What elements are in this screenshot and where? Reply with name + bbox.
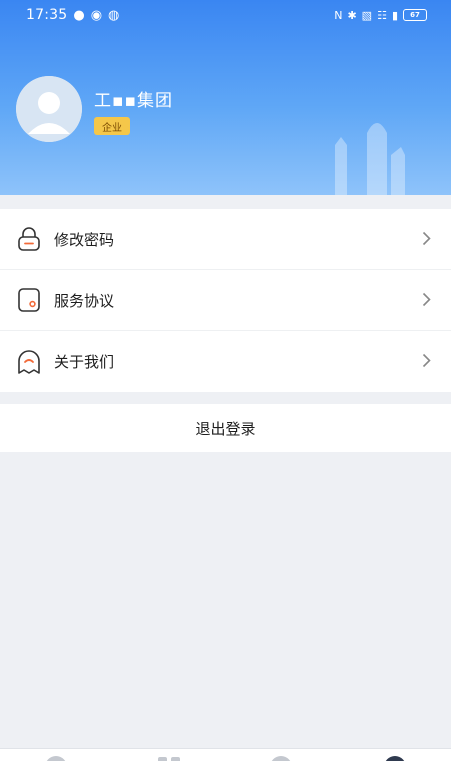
menu-item-label: 关于我们: [54, 353, 115, 371]
company-name: 工▪▪集团: [94, 91, 174, 111]
city-skyline-icon: [335, 123, 405, 195]
nfc-icon: N: [334, 8, 343, 22]
eye-notification-icon: ◍: [108, 7, 120, 23]
tab-profile-icon[interactable]: [383, 755, 407, 761]
wifi-icon: ☷: [377, 8, 387, 22]
bluetooth-icon: ✱: [347, 8, 357, 22]
logout-button[interactable]: 退出登录: [0, 404, 451, 452]
tab-message-icon[interactable]: [269, 755, 293, 761]
menu-item-label: 服务协议: [54, 291, 115, 310]
chevron-right-icon: [422, 353, 431, 368]
avatar[interactable]: [16, 76, 82, 142]
menu-item-service-agreement[interactable]: 服务协议: [0, 270, 451, 331]
about-icon: [16, 349, 42, 375]
tab-apps-icon[interactable]: [156, 755, 182, 761]
logout-label: 退出登录: [195, 419, 256, 438]
default-avatar-icon: [16, 76, 82, 142]
signal-icon: ▮: [391, 8, 398, 22]
document-icon: [16, 287, 42, 313]
chevron-right-icon: [422, 292, 431, 307]
status-time: 17:35: [26, 7, 68, 23]
menu-item-label: 修改密码: [54, 230, 115, 249]
battery-icon: 67: [403, 9, 427, 21]
chat-notification-icon: ◉: [90, 7, 103, 23]
menu-item-about-us[interactable]: 关于我们: [0, 331, 451, 392]
tab-home-icon[interactable]: [44, 755, 68, 761]
status-bar: 17:35 ● ◉ ◍ N ✱ ▧ ☷ ▮ 67: [0, 0, 451, 30]
enterprise-badge: 企业: [94, 117, 130, 135]
wechat-notification-icon: ●: [73, 7, 85, 23]
menu-item-change-password[interactable]: 修改密码: [0, 209, 451, 270]
lock-icon: [16, 226, 42, 252]
bottom-tab-bar: [0, 748, 451, 761]
vibrate-icon: ▧: [361, 8, 373, 22]
settings-menu: 修改密码 服务协议 关于我们: [0, 209, 451, 392]
chevron-right-icon: [422, 231, 431, 246]
